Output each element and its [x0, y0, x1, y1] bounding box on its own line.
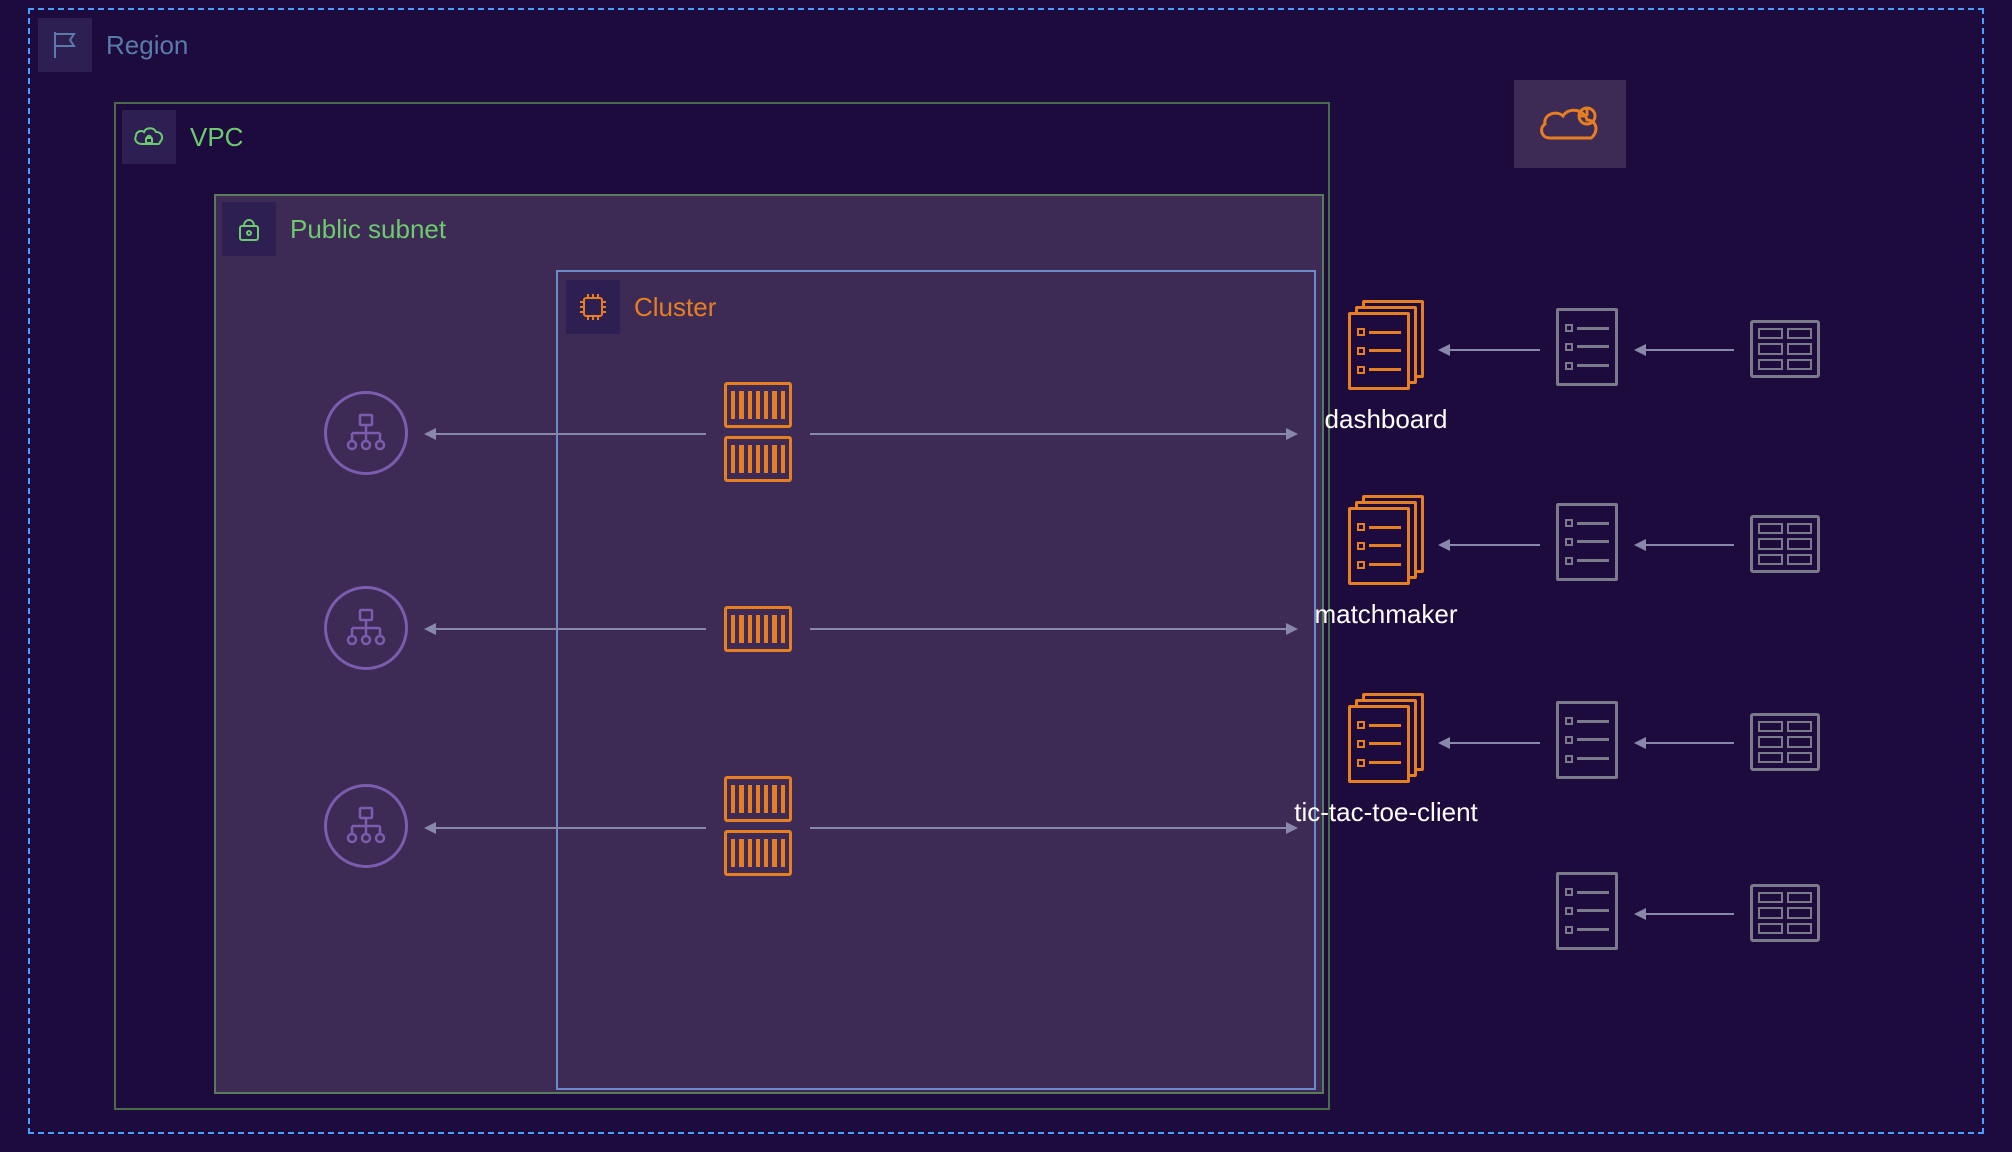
region-flag-icon: [38, 18, 92, 72]
arrow-icon: [1636, 913, 1734, 915]
arrow-icon: [1440, 742, 1540, 744]
task-definition-icon: [1348, 300, 1424, 390]
service-list-icon: [1556, 503, 1618, 581]
ecs-container-icon: [724, 776, 792, 822]
task-definition-icon: [1348, 495, 1424, 585]
arrow-icon: [1636, 349, 1734, 351]
ecs-container-icon: [724, 830, 792, 876]
task-def-label-dashboard: dashboard: [1246, 404, 1526, 435]
arrow-icon: [810, 827, 1296, 829]
ecs-container-icon: [724, 382, 792, 428]
region-boundary: Region VPC P: [28, 8, 1984, 1134]
arrow-icon: [426, 628, 706, 630]
subnet-label: Public subnet: [290, 214, 446, 245]
task-definition-icon: [1348, 693, 1424, 783]
arrow-icon: [1636, 544, 1734, 546]
cluster-chip-icon: [566, 280, 620, 334]
service-list-icon: [1556, 308, 1618, 386]
arrow-icon: [1636, 742, 1734, 744]
container-grid-icon: [1750, 713, 1820, 771]
vpc-label-group: VPC: [122, 110, 243, 164]
service-list-icon: [1556, 701, 1618, 779]
vpc-boundary: VPC Public subnet: [114, 102, 1330, 1110]
arrow-icon: [426, 827, 706, 829]
arrow-icon: [810, 628, 1296, 630]
cloudfront-area-icon: [1514, 80, 1626, 168]
region-label-group: Region: [38, 18, 188, 72]
arrow-icon: [426, 433, 706, 435]
load-balancer-icon: [324, 586, 408, 670]
load-balancer-icon: [324, 391, 408, 475]
subnet-lock-icon: [222, 202, 276, 256]
service-list-icon: [1556, 872, 1618, 950]
region-label: Region: [106, 30, 188, 61]
cluster-boundary: Cluster: [556, 270, 1316, 1090]
ecs-container-icon: [724, 606, 792, 652]
vpc-cloud-lock-icon: [122, 110, 176, 164]
ecs-container-icon: [724, 436, 792, 482]
load-balancer-icon: [324, 784, 408, 868]
arrow-icon: [810, 433, 1296, 435]
public-subnet-boundary: Public subnet Cluster: [214, 194, 1324, 1094]
task-def-label-matchmaker: matchmaker: [1246, 599, 1526, 630]
cluster-label-group: Cluster: [566, 280, 716, 334]
arrow-icon: [1440, 544, 1540, 546]
vpc-label: VPC: [190, 122, 243, 153]
arrow-icon: [1440, 349, 1540, 351]
container-grid-icon: [1750, 320, 1820, 378]
container-grid-icon: [1750, 515, 1820, 573]
cluster-label: Cluster: [634, 292, 716, 323]
container-grid-icon: [1750, 884, 1820, 942]
task-def-label-tictactoe: tic-tac-toe-client: [1246, 797, 1526, 828]
subnet-label-group: Public subnet: [222, 202, 446, 256]
